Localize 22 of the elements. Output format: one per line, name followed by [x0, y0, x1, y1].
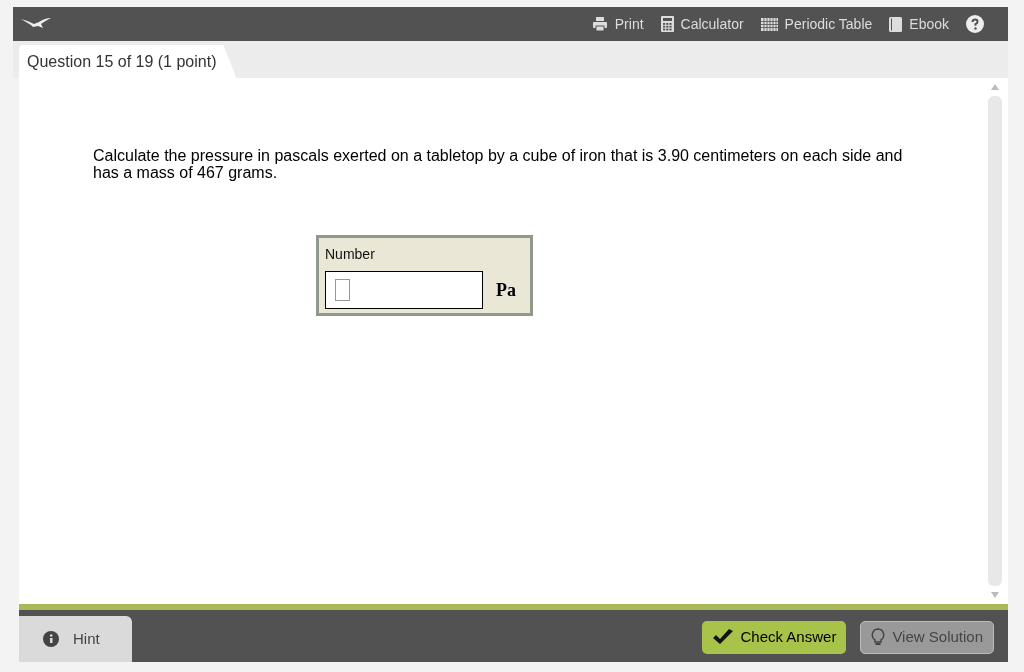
field-label: Number	[325, 245, 376, 264]
lightbulb-icon	[871, 628, 886, 646]
toolbar-button[interactable]: Periodic Table	[760, 13, 873, 35]
calculator-icon	[660, 16, 674, 32]
scroll-up-icon[interactable]	[991, 84, 999, 90]
book-icon	[889, 16, 903, 32]
toolbar-button[interactable]: Calculator	[660, 13, 744, 35]
bird-logo-icon	[21, 18, 51, 30]
unit-label: Pa	[496, 278, 516, 302]
printer-icon	[591, 17, 608, 31]
scroll-down-icon[interactable]	[991, 592, 999, 598]
info-icon	[43, 631, 59, 647]
text-cursor-icon	[335, 279, 350, 301]
grid-icon	[760, 17, 778, 31]
help-icon[interactable]	[966, 15, 984, 33]
toolbar-button[interactable]: Print	[591, 13, 644, 35]
number-input-field[interactable]	[325, 271, 483, 309]
question-text: Calculate the pressure in pascals exerted on a tabletop by a cube of iron that is 3.90 centimeters on each side and has a mass of 467 grams.	[93, 147, 904, 181]
check-answer-button[interactable]: Check Answer	[701, 620, 847, 654]
checkmark-icon	[711, 629, 734, 645]
hint-tab[interactable]: Hint	[19, 616, 132, 662]
toolbar-button[interactable]: Ebook	[889, 13, 949, 35]
